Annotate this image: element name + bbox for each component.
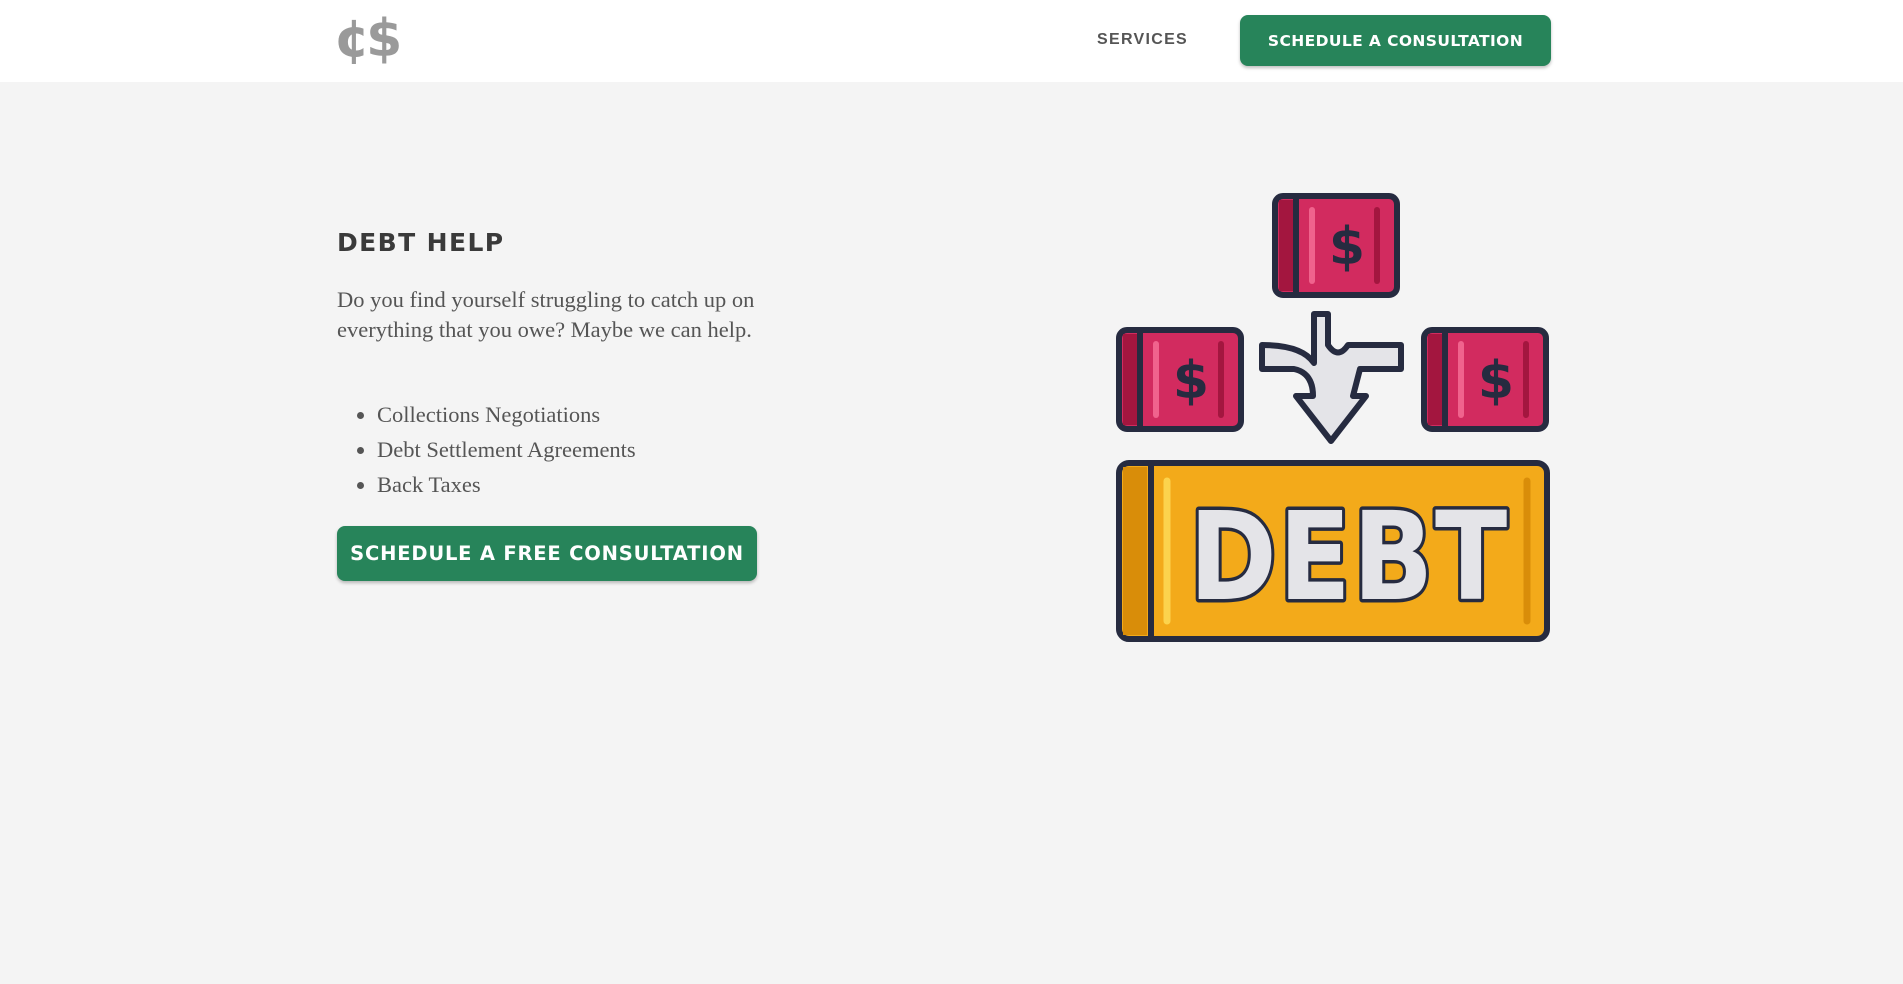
page-title: DEBT HELP (337, 228, 505, 257)
debt-bar-icon: DEBT (1116, 460, 1550, 642)
bill-right-icon: $ (1424, 330, 1546, 429)
debt-label: DEBT (1189, 486, 1509, 628)
dollar-sign-label: $ (1478, 351, 1514, 411)
site-logo[interactable]: ¢$ (334, 10, 402, 68)
top-navigation-bar: ¢$ SERVICES SCHEDULE A CONSULTATION (0, 0, 1903, 82)
list-item: Debt Settlement Agreements (377, 432, 636, 467)
dollar-sign-label: $ (1173, 351, 1209, 411)
debt-illustration-icon: $ $ $ DEBT (1116, 193, 1550, 642)
merge-arrow-icon (1259, 311, 1404, 444)
list-item: Collections Negotiations (377, 397, 636, 432)
schedule-consultation-button[interactable]: SCHEDULE A CONSULTATION (1240, 15, 1551, 66)
list-item: Back Taxes (377, 467, 636, 502)
schedule-free-consultation-button[interactable]: SCHEDULE A FREE CONSULTATION (337, 526, 757, 581)
bill-left-icon: $ (1119, 330, 1241, 429)
nav-link-services[interactable]: SERVICES (1097, 30, 1188, 50)
bill-top-icon: $ (1275, 196, 1397, 295)
hero-description: Do you find yourself struggling to catch… (337, 287, 755, 342)
services-list: Collections Negotiations Debt Settlement… (337, 397, 636, 502)
dollar-sign-label: $ (1329, 217, 1365, 277)
